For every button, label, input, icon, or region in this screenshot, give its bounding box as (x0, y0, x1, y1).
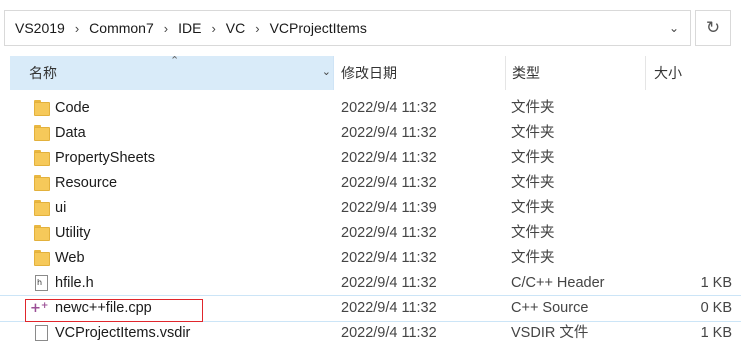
breadcrumb-item[interactable]: VCProjectItems (270, 20, 367, 36)
breadcrumb-separator-icon[interactable]: › (75, 21, 79, 36)
file-size: 1 KB (700, 325, 732, 341)
file-date-modified: 2022/9/4 11:32 (341, 175, 437, 191)
file-type: 文件夹 (511, 200, 555, 216)
file-name: PropertySheets (55, 150, 155, 166)
breadcrumb-separator-icon[interactable]: › (211, 21, 215, 36)
breadcrumb-item[interactable]: VS2019 (15, 20, 65, 36)
column-header-type-label: 类型 (512, 65, 540, 81)
file-name: hfile.h (55, 275, 94, 291)
file-date-modified: 2022/9/4 11:32 (341, 300, 437, 316)
file-name: ui (55, 200, 67, 216)
breadcrumb-item[interactable]: VC (226, 20, 245, 36)
file-date-modified: 2022/9/4 11:32 (341, 125, 437, 141)
column-header-type[interactable]: 类型 (506, 56, 646, 90)
breadcrumb: VS2019 › Common7 › IDE › VC › VCProjectItems (5, 20, 658, 36)
chevron-down-icon[interactable]: ⌄ (658, 11, 690, 45)
column-header-date[interactable]: 修改日期 (334, 56, 506, 90)
folder-icon (34, 100, 50, 117)
file-type: 文件夹 (511, 125, 555, 141)
header-file-icon: h (34, 275, 50, 292)
column-header-size-label: 大小 (654, 65, 682, 81)
breadcrumb-item[interactable]: Common7 (89, 20, 154, 36)
folder-icon (34, 150, 50, 167)
sort-ascending-icon: ⌃ (170, 55, 180, 67)
breadcrumb-separator-icon[interactable]: › (164, 21, 168, 36)
column-header-name[interactable]: ⌃ 名称 ⌄ (10, 55, 334, 90)
column-header-row: ⌃ 名称 ⌄ 修改日期 类型 大小 (10, 55, 741, 90)
file-date-modified: 2022/9/4 11:32 (341, 225, 437, 241)
column-header-name-label: 名称 (29, 65, 57, 81)
chevron-down-icon[interactable]: ⌄ (322, 65, 331, 78)
file-row[interactable]: VCProjectItems.vsdir 2022/9/4 11:32 VSDIR … (0, 321, 741, 346)
file-name: Data (55, 125, 86, 141)
file-row[interactable]: h hfile.h 2022/9/4 11:32 C/C++ Header 1 KB (0, 271, 741, 296)
file-row[interactable]: Utility 2022/9/4 11:32 文件夹 (0, 221, 741, 246)
file-name: Web (55, 250, 85, 266)
file-row[interactable]: Resource 2022/9/4 11:32 文件夹 (0, 171, 741, 196)
file-date-modified: 2022/9/4 11:32 (341, 325, 437, 341)
refresh-icon[interactable]: ↻ (695, 10, 731, 46)
file-row[interactable]: ui 2022/9/4 11:39 文件夹 (0, 196, 741, 221)
file-row[interactable]: ++ newc++file.cpp 2022/9/4 11:32 C++ Source… (0, 295, 741, 322)
column-header-date-label: 修改日期 (341, 65, 397, 81)
folder-icon (34, 125, 50, 142)
file-date-modified: 2022/9/4 11:32 (341, 250, 437, 266)
file-type: 文件夹 (511, 250, 555, 266)
file-date-modified: 2022/9/4 11:39 (341, 200, 437, 216)
folder-icon (34, 225, 50, 242)
file-size: 1 KB (700, 275, 732, 291)
file-size: 0 KB (700, 300, 732, 316)
file-name: newc++file.cpp (55, 300, 152, 316)
file-date-modified: 2022/9/4 11:32 (341, 150, 437, 166)
address-bar[interactable]: VS2019 › Common7 › IDE › VC › VCProjectItems ⌄ (4, 10, 691, 46)
file-type: C++ Source (511, 300, 589, 316)
file-list: Code 2022/9/4 11:32 文件夹 Data 2022/9/4 11:32 文… (0, 96, 741, 346)
cpp-file-icon: ++ (30, 301, 49, 316)
file-type: 文件夹 (511, 175, 555, 191)
file-name: Code (55, 100, 90, 116)
file-type: C/C++ Header (511, 275, 605, 291)
folder-icon (34, 175, 50, 192)
file-row[interactable]: PropertySheets 2022/9/4 11:32 文件夹 (0, 146, 741, 171)
file-type: 文件夹 (511, 150, 555, 166)
file-row[interactable]: Web 2022/9/4 11:32 文件夹 (0, 246, 741, 271)
file-row[interactable]: Code 2022/9/4 11:32 文件夹 (0, 96, 741, 121)
file-type: VSDIR 文件 (511, 325, 589, 341)
file-name: Resource (55, 175, 118, 191)
file-type: 文件夹 (511, 100, 555, 116)
file-type: 文件夹 (511, 225, 555, 241)
file-date-modified: 2022/9/4 11:32 (341, 100, 437, 116)
breadcrumb-separator-icon[interactable]: › (255, 21, 259, 36)
folder-icon (34, 200, 50, 217)
file-name: VCProjectItems.vsdir (55, 325, 191, 341)
file-date-modified: 2022/9/4 11:32 (341, 275, 437, 291)
file-row[interactable]: Data 2022/9/4 11:32 文件夹 (0, 121, 741, 146)
breadcrumb-item[interactable]: IDE (178, 20, 201, 36)
file-name: Utility (55, 225, 91, 241)
file-icon (34, 325, 50, 342)
folder-icon (34, 250, 50, 267)
column-header-size[interactable]: 大小 (646, 56, 741, 90)
